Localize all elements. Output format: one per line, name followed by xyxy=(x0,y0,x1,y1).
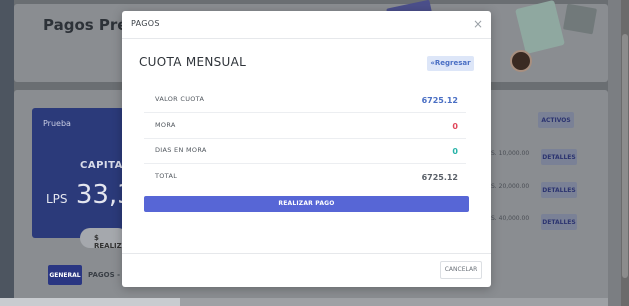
modal-header: PAGOS × xyxy=(122,11,491,39)
loan-row-amount: S. 40,000.00 xyxy=(491,215,530,222)
capital-amount: LPS 33,3 xyxy=(46,180,134,210)
header-illustration-coin xyxy=(510,50,532,72)
details-button[interactable]: DETALLES xyxy=(541,214,577,230)
status-activos-button[interactable]: ACTIVOS xyxy=(538,112,574,128)
capital-currency: LPS xyxy=(46,192,68,206)
details-button[interactable]: DETALLES xyxy=(541,149,577,165)
summary-row-valor-cuota: VALOR CUOTA 6725.12 xyxy=(144,88,466,113)
row-label: TOTAL xyxy=(155,172,178,180)
row-value: 0 xyxy=(452,122,458,131)
page-right-edge xyxy=(608,0,621,306)
row-label: MORA xyxy=(155,121,176,129)
summary-row-mora: MORA 0 xyxy=(144,114,466,139)
row-value: 6725.12 xyxy=(421,173,458,182)
modal-footer: CANCELAR xyxy=(122,253,491,287)
capital-pay-button[interactable]: $ REALIZ xyxy=(80,228,128,250)
summary-row-total: TOTAL 6725.12 xyxy=(144,165,466,190)
capital-pay-label: REALIZ xyxy=(94,242,122,250)
details-button[interactable]: DETALLES xyxy=(541,182,577,198)
section-title: CUOTA MENSUAL xyxy=(139,55,247,69)
row-label: DIAS EN MORA xyxy=(155,146,207,154)
sidebar-edge xyxy=(0,0,14,306)
row-value: 6725.12 xyxy=(421,96,458,105)
loan-row-amount: S. 10,000.00 xyxy=(491,150,530,157)
row-label: VALOR CUOTA xyxy=(155,95,205,103)
scrollbar-thumb[interactable] xyxy=(622,34,628,278)
cancel-button[interactable]: CANCELAR xyxy=(440,261,482,279)
capital-card-label: Prueba xyxy=(43,119,71,128)
loan-row-amount: S. 20,000.00 xyxy=(491,183,530,190)
close-icon[interactable]: × xyxy=(472,18,484,30)
realizar-pago-button[interactable]: REALIZAR PAGO xyxy=(144,196,469,212)
back-button[interactable]: «Regresar xyxy=(427,56,474,71)
row-value: 0 xyxy=(452,147,458,156)
payments-modal: PAGOS × CUOTA MENSUAL «Regresar VALOR CU… xyxy=(122,11,491,287)
dollar-icon: $ xyxy=(94,234,99,242)
summary-row-dias-en-mora: DIAS EN MORA 0 xyxy=(144,139,466,164)
tab-general[interactable]: GENERAL xyxy=(48,265,82,285)
back-button-label: Regresar xyxy=(434,59,471,67)
page-bottom-strip xyxy=(0,298,180,306)
header-illustration-card xyxy=(562,3,598,35)
modal-title: PAGOS xyxy=(131,19,160,28)
